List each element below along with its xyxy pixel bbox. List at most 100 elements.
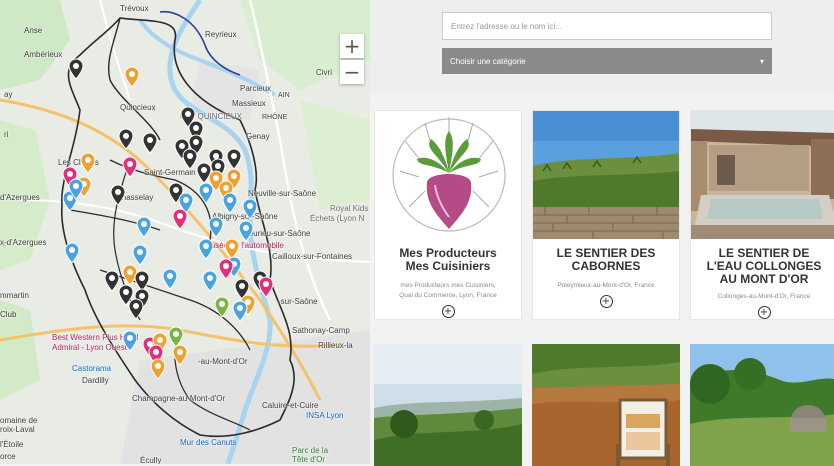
map-label-genay: Genay: [246, 132, 270, 141]
chevron-down-icon: ▾: [759, 56, 764, 66]
map-label-musee: Musée de l'automobile: [204, 241, 284, 250]
card-title[interactable]: LE SENTIER DES CABORNES: [533, 247, 679, 273]
map-label-echets: Échets (Lyon N: [310, 214, 365, 223]
map-label-tete: Tête d'Or: [292, 455, 326, 464]
map-label-d-azergues: d'Azergues: [0, 193, 40, 202]
map-marker-icon[interactable]: [121, 156, 139, 178]
card-title-line: CABORNES: [571, 259, 641, 273]
map-label-ain: AIN: [278, 92, 290, 99]
map-marker-icon[interactable]: [117, 128, 135, 150]
map-marker-icon[interactable]: [231, 300, 249, 322]
result-card-quarry-sign[interactable]: [532, 344, 680, 466]
map-label-croix-laval: roix-Laval: [0, 425, 35, 434]
map-marker-icon[interactable]: [149, 358, 167, 380]
map[interactable]: Trévoux Reyrieux Anse Ambérieux Civri Pa…: [0, 0, 370, 464]
card-address-line: Collonges-au-Mont-d'Or, France: [717, 293, 811, 300]
card-title[interactable]: LE SENTIER DE L'EAU COLLONGES AU MONT D'…: [691, 247, 834, 286]
map-marker-icon[interactable]: [135, 216, 153, 238]
map-label-insa: INSA Lyon: [306, 411, 344, 420]
zoom-in-button[interactable]: +: [340, 34, 364, 58]
map-marker-icon[interactable]: [217, 258, 235, 280]
map-marker-icon[interactable]: [197, 238, 215, 260]
map-marker-icon[interactable]: [213, 296, 231, 318]
map-marker-icon[interactable]: [161, 268, 179, 290]
map-label-parc: Parc de la: [292, 446, 329, 455]
map-marker-icon[interactable]: [67, 58, 85, 80]
stone-lavoir-image: [691, 111, 834, 239]
map-marker-icon[interactable]: [225, 148, 243, 170]
category-select[interactable]: Choisir une catégorie ▾: [442, 48, 772, 74]
map-label-mmartin: mmartin: [0, 291, 29, 300]
valley-view-image: [374, 344, 522, 466]
map-label-sathonay: Sathonay-Camp: [292, 326, 350, 335]
map-marker-icon[interactable]: [123, 66, 141, 88]
result-card-sentier-cabornes[interactable]: LE SENTIER DES CABORNES Poleymieux-au-Mo…: [532, 110, 680, 320]
map-marker-icon[interactable]: [241, 198, 259, 220]
map-label-civri: Civri: [316, 68, 332, 77]
map-label-royal-kids: Royal Kids: [330, 204, 369, 213]
map-label-canuts: Mur des Canuts: [180, 438, 237, 447]
card-title-line: AU MONT D'OR: [719, 272, 809, 286]
stone-wall-vineyard-image: [533, 111, 679, 239]
zoom-out-button[interactable]: −: [340, 60, 364, 84]
result-card-valley-view[interactable]: [374, 344, 522, 466]
filter-bar: Entrez l'adresse ou le nom ici... Choisi…: [370, 0, 834, 92]
map-marker-icon[interactable]: [207, 216, 225, 238]
map-label-caluire: Caluire-et-Cuire: [262, 401, 319, 410]
map-label-champagne: Champagne-au-Mont-d'Or: [132, 394, 226, 403]
map-label-ecully: Écully: [140, 456, 162, 464]
map-label-admiral: Admiral - Lyon Ouest: [52, 343, 127, 352]
map-marker-icon[interactable]: [171, 344, 189, 366]
map-label-domaine: omaine de: [0, 416, 38, 425]
card-address: Poleymieux-au-Mont-d'Or, France: [533, 281, 679, 291]
map-label-amberieux: Ambérieux: [24, 50, 63, 59]
map-marker-icon[interactable]: [197, 182, 215, 204]
map-marker-icon[interactable]: [79, 152, 97, 174]
plus-circle-icon[interactable]: +: [441, 305, 455, 318]
map-label-orce: orce: [0, 452, 16, 461]
map-marker-icon[interactable]: [171, 208, 189, 230]
map-label-massieux: Massieux: [232, 99, 266, 108]
card-title-line: Mes Cuisiniers: [405, 259, 491, 273]
quarry-sign-image: [532, 344, 680, 466]
map-marker-icon[interactable]: [127, 298, 145, 320]
map-label-quincieux: Quincieux: [120, 103, 156, 112]
category-select-label: Choisir une catégorie: [450, 56, 526, 66]
map-label-sur-saone: -sur-Saône: [278, 297, 318, 306]
map-label-rhone: RHÔNE: [262, 114, 288, 121]
card-address-line: Poleymieux-au-Mont-d'Or, France: [557, 282, 655, 289]
map-label-anse: Anse: [24, 26, 43, 35]
radish-logo-image: [375, 111, 521, 239]
map-marker-icon[interactable]: [121, 330, 139, 352]
map-marker-icon[interactable]: [141, 132, 159, 154]
map-label-rillieux: Rillieux-la: [318, 341, 353, 350]
map-marker-icon[interactable]: [109, 184, 127, 206]
map-label-etoile: l'Étoile: [0, 440, 24, 449]
map-marker-icon[interactable]: [201, 270, 219, 292]
map-marker-icon[interactable]: [131, 244, 149, 266]
map-label-mont-dor: -au-Mont-d'Or: [198, 357, 248, 366]
map-marker-icon[interactable]: [257, 276, 275, 298]
map-label-ri: ri: [4, 130, 9, 139]
map-marker-icon[interactable]: [63, 242, 81, 264]
plus-circle-icon[interactable]: +: [599, 295, 613, 308]
map-label-dardilly: Dardilly: [82, 376, 109, 385]
map-marker-icon[interactable]: [221, 192, 239, 214]
result-card-sentier-eau-collonges[interactable]: LE SENTIER DE L'EAU COLLONGES AU MONT D'…: [690, 110, 834, 320]
map-label-reyrieux: Reyrieux: [205, 30, 237, 39]
card-title[interactable]: Mes Producteurs Mes Cuisiniers: [375, 247, 521, 273]
plus-circle-icon[interactable]: +: [757, 306, 771, 319]
map-label-neuville: Neuville-sur-Saône: [248, 189, 317, 198]
map-label-x-dazergues: x-d'Azergues: [0, 238, 47, 247]
card-address-line: Quai du Commerce, Lyon, France: [399, 292, 497, 299]
results-panel: Entrez l'adresse ou le nom ici... Choisi…: [370, 0, 834, 466]
map-marker-icon[interactable]: [67, 178, 85, 200]
result-card-stone-hut[interactable]: [690, 344, 834, 466]
search-input[interactable]: Entrez l'adresse ou le nom ici...: [442, 12, 772, 40]
map-label-parcieux: Parcieux: [240, 84, 272, 93]
map-label-trevoux: Trévoux: [120, 4, 149, 13]
stone-hut-image: [690, 344, 834, 466]
card-address-line: mes Producteurs mes Cuisiniers,: [400, 282, 496, 289]
card-address: mes Producteurs mes Cuisiniers, Quai du …: [375, 281, 521, 301]
result-card-mes-producteurs[interactable]: Mes Producteurs Mes Cuisiniers mes Produ…: [374, 110, 522, 320]
